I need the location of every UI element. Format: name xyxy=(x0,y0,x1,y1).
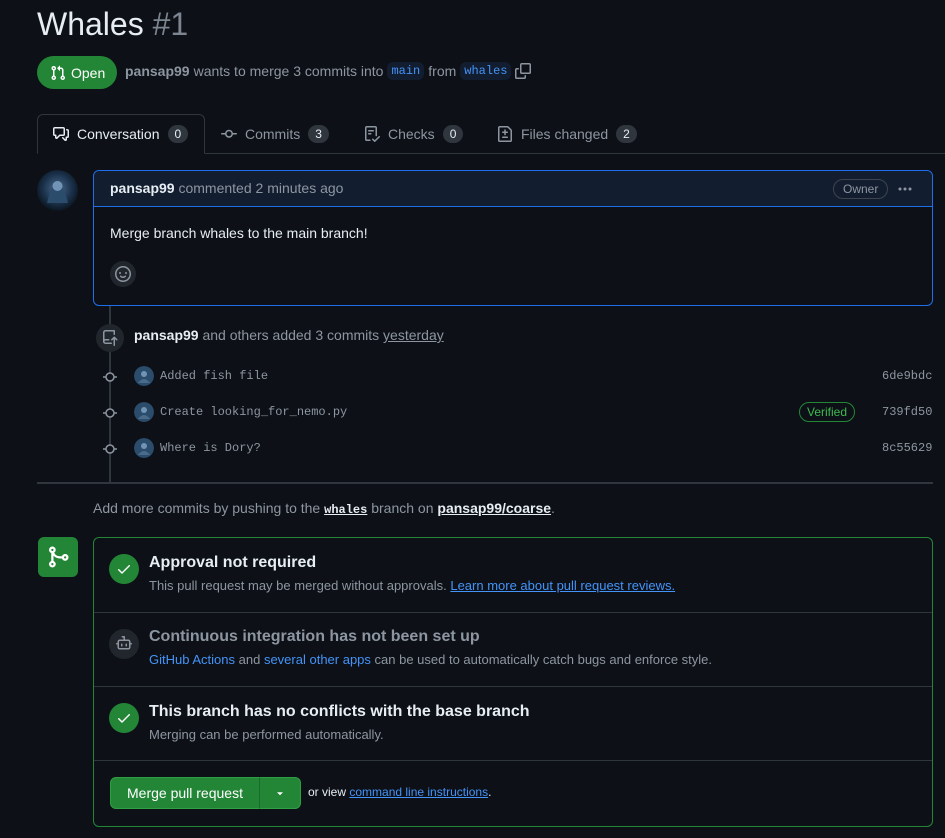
conflict-title: This branch has no conflicts with the ba… xyxy=(149,703,530,720)
ci-and: and xyxy=(238,652,261,667)
triangle-down-icon xyxy=(277,792,283,796)
tab-files-changed-label: Files changed xyxy=(521,126,609,142)
ci-desc: GitHub Actions and several other apps ca… xyxy=(149,652,712,667)
git-commit-icon xyxy=(103,444,117,454)
avatar[interactable] xyxy=(134,438,154,458)
timeline-end-divider xyxy=(37,482,933,484)
owner-badge: Owner xyxy=(833,179,889,199)
tab-conversation-label: Conversation xyxy=(77,126,160,142)
tab-checks[interactable]: Checks 0 xyxy=(364,114,464,154)
avatar[interactable] xyxy=(134,366,154,386)
base-branch[interactable]: main xyxy=(387,62,425,80)
commit-message[interactable]: Where is Dory? xyxy=(160,441,261,455)
cli-hint: or view command line instructions. xyxy=(308,785,491,799)
conflict-desc: Merging can be performed automatically. xyxy=(149,727,384,742)
pr-subtitle: pansap99 wants to merge 3 commits into m… xyxy=(125,62,532,80)
copy-icon[interactable] xyxy=(515,63,532,79)
merge-pull-request-button[interactable]: Merge pull request xyxy=(110,777,260,809)
commit-sha[interactable]: 6de9bdc xyxy=(882,369,932,383)
state-label: Open xyxy=(71,64,106,81)
cli-end: . xyxy=(488,785,492,799)
learn-more-link[interactable]: Learn more about pull request reviews. xyxy=(450,578,675,593)
commit-sha[interactable]: 8c55629 xyxy=(882,441,932,455)
commit-message[interactable]: Create looking_for_nemo.py xyxy=(160,405,347,419)
git-pull-request-icon xyxy=(51,65,66,80)
pr-title: Whales #1 xyxy=(37,6,188,43)
tab-checks-count: 0 xyxy=(442,125,464,143)
ci-title: Continuous integration has not been set … xyxy=(149,628,480,645)
command-line-link[interactable]: command line instructions xyxy=(349,785,488,799)
other-apps-link[interactable]: several other apps xyxy=(264,652,371,667)
approval-desc-text: This pull request may be merged without … xyxy=(149,578,447,593)
file-diff-icon xyxy=(498,126,512,142)
tab-commits-label: Commits xyxy=(245,126,301,142)
merge-text: wants to merge 3 commits into xyxy=(193,63,384,79)
check-icon xyxy=(109,703,139,733)
approval-title: Approval not required xyxy=(149,554,317,571)
state-badge: Open xyxy=(37,56,117,89)
push-event-time[interactable]: yesterday xyxy=(383,327,444,343)
repo-push-icon xyxy=(96,324,124,352)
tab-commits-count: 3 xyxy=(308,125,329,143)
verified-badge[interactable]: Verified xyxy=(799,402,856,422)
push-more-mid: branch on xyxy=(371,500,434,516)
git-commit-icon xyxy=(103,372,117,382)
pr-author-link[interactable]: pansap99 xyxy=(125,63,190,79)
avatar[interactable] xyxy=(134,402,154,422)
merge-box-divider xyxy=(94,686,932,687)
git-commit-icon xyxy=(103,408,117,418)
merge-box-divider xyxy=(94,612,932,613)
tab-checks-label: Checks xyxy=(388,126,435,142)
push-more-pre: Add more commits by pushing to the xyxy=(93,500,321,516)
push-more-end: . xyxy=(551,500,555,516)
git-commit-icon xyxy=(221,129,237,138)
merge-box-divider xyxy=(94,760,932,761)
git-merge-icon xyxy=(38,537,78,577)
or-view-text: or view xyxy=(308,785,347,799)
approval-desc: This pull request may be merged without … xyxy=(149,578,675,593)
push-more-repo[interactable]: pansap99/coarse xyxy=(437,500,551,516)
checklist-icon xyxy=(365,126,380,142)
push-more-hint: Add more commits by pushing to the whale… xyxy=(93,500,555,517)
comment-discussion-icon xyxy=(53,127,69,141)
add-reaction-button[interactable] xyxy=(110,261,136,287)
head-branch[interactable]: whales xyxy=(460,62,512,80)
tab-conversation[interactable]: Conversation 0 xyxy=(53,114,189,154)
commit-message[interactable]: Added fish file xyxy=(160,369,268,383)
avatar[interactable] xyxy=(37,170,78,211)
robot-icon xyxy=(109,629,139,659)
pr-number: #1 xyxy=(152,6,189,42)
kebab-horizontal-icon[interactable] xyxy=(893,179,917,199)
check-icon xyxy=(109,554,139,584)
tab-conversation-count: 0 xyxy=(167,125,189,143)
pr-title-text: Whales xyxy=(37,6,144,42)
comment-meta: pansap99 commented 2 minutes ago xyxy=(110,180,343,196)
merge-options-dropdown[interactable] xyxy=(259,777,301,809)
push-event-text: pansap99 and others added 3 commits yest… xyxy=(134,327,444,343)
comment-author[interactable]: pansap99 xyxy=(110,180,175,196)
push-author[interactable]: pansap99 xyxy=(134,327,199,343)
push-event-desc: and others added 3 commits xyxy=(202,327,380,343)
push-more-branch[interactable]: whales xyxy=(324,503,367,517)
comment-body: Merge branch whales to the main branch! xyxy=(110,225,368,241)
tab-files-changed[interactable]: Files changed 2 xyxy=(497,114,637,154)
tab-commits[interactable]: Commits 3 xyxy=(221,114,329,154)
github-actions-link[interactable]: GitHub Actions xyxy=(149,652,235,667)
commit-sha[interactable]: 739fd50 xyxy=(882,405,932,419)
ci-desc-text: can be used to automatically catch bugs … xyxy=(374,652,713,667)
from-text: from xyxy=(428,63,457,79)
comment-action[interactable]: commented 2 minutes ago xyxy=(178,180,343,196)
tab-files-changed-count: 2 xyxy=(616,125,637,143)
smiley-icon xyxy=(115,266,131,282)
